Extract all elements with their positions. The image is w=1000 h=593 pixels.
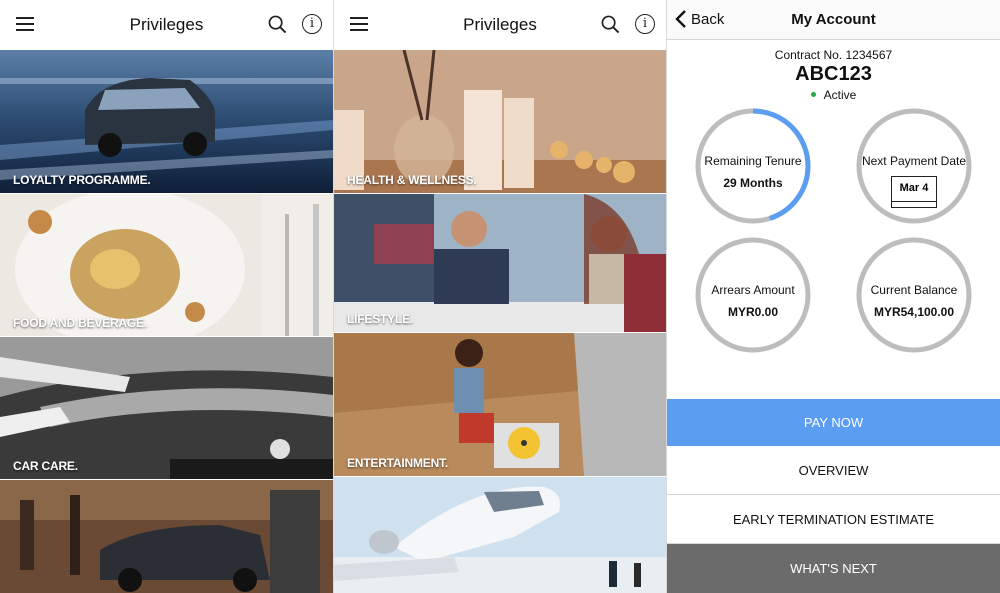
entertainment-image	[334, 333, 666, 476]
info-icon[interactable]: i	[302, 14, 322, 34]
tenure-label: Remaining Tenure	[704, 154, 802, 168]
status-badge: Active	[667, 88, 1000, 102]
tile-label: LOYALTY PROGRAMME.	[13, 173, 151, 187]
tile-label: CAR CARE.	[13, 459, 78, 473]
chauffeur-image	[0, 480, 333, 593]
car-care-image	[0, 337, 333, 479]
balance-label: Current Balance	[870, 283, 958, 297]
privileges-panel-left: Privileges i LOYALTY PROGRAMME. FOOD AND…	[0, 0, 333, 593]
balance-circle[interactable]: Current Balance MYR54,100.00	[854, 235, 974, 355]
wellness-image	[334, 50, 666, 193]
my-account-panel: Back My Account Contract No. 1234567 ABC…	[667, 0, 1000, 593]
page-title: My Account	[791, 11, 876, 28]
account-header: Back My Account	[667, 0, 1000, 40]
whats-next-button[interactable]: WHAT'S NEXT	[667, 544, 1000, 593]
tile-entertainment[interactable]: ENTERTAINMENT.	[334, 333, 666, 476]
tile-loyalty-programme[interactable]: LOYALTY PROGRAMME.	[0, 50, 333, 193]
food-image	[0, 194, 333, 336]
contract-number: Contract No. 1234567	[774, 48, 893, 62]
search-icon[interactable]	[268, 15, 287, 34]
info-icon[interactable]: i	[635, 14, 655, 34]
arrears-circle[interactable]: Arrears Amount MYR0.00	[693, 235, 813, 355]
remaining-tenure-circle[interactable]: Remaining Tenure 29 Months	[693, 106, 813, 226]
tile-label: HEALTH & WELLNESS.	[347, 173, 477, 187]
balance-value: MYR54,100.00	[873, 305, 955, 319]
tile-label: FOOD AND BEVERAGE.	[13, 316, 147, 330]
next-payment-label: Next Payment Date	[861, 154, 967, 168]
search-icon[interactable]	[601, 15, 620, 34]
overview-button[interactable]: OVERVIEW	[667, 446, 1000, 495]
early-termination-button[interactable]: EARLY TERMINATION ESTIMATE	[667, 495, 1000, 544]
privileges-header: Privileges i	[334, 0, 666, 50]
jet-image	[334, 477, 666, 593]
loyalty-image	[0, 50, 333, 193]
privileges-header: Privileges i	[0, 0, 333, 50]
status-text: Active	[823, 88, 857, 102]
tile-chauffeur[interactable]	[0, 480, 333, 593]
calendar-icon: Mar 4	[891, 176, 937, 208]
tile-health-and-wellness[interactable]: HEALTH & WELLNESS.	[334, 50, 666, 193]
tile-car-care[interactable]: CAR CARE.	[0, 337, 333, 479]
tile-food-and-beverage[interactable]: FOOD AND BEVERAGE.	[0, 194, 333, 336]
next-payment-circle[interactable]: Next Payment Date Mar 4	[854, 106, 974, 226]
pay-now-button[interactable]: PAY NOW	[667, 399, 1000, 446]
tile-private-jet[interactable]	[334, 477, 666, 593]
tile-lifestyle[interactable]: LIFESTYLE.	[334, 194, 666, 332]
tenure-value: 29 Months	[723, 176, 783, 190]
next-payment-value: Mar 4	[899, 182, 929, 194]
status-dot-icon	[810, 92, 816, 98]
tile-label: ENTERTAINMENT.	[347, 456, 448, 470]
arrears-label: Arrears Amount	[711, 283, 795, 297]
privileges-panel-mid: Privileges i HEALTH & WELLNESS. LIFESTYL…	[334, 0, 666, 593]
plate-number: ABC123	[795, 63, 872, 85]
tile-label: LIFESTYLE.	[347, 312, 414, 326]
arrears-value: MYR0.00	[727, 305, 779, 319]
